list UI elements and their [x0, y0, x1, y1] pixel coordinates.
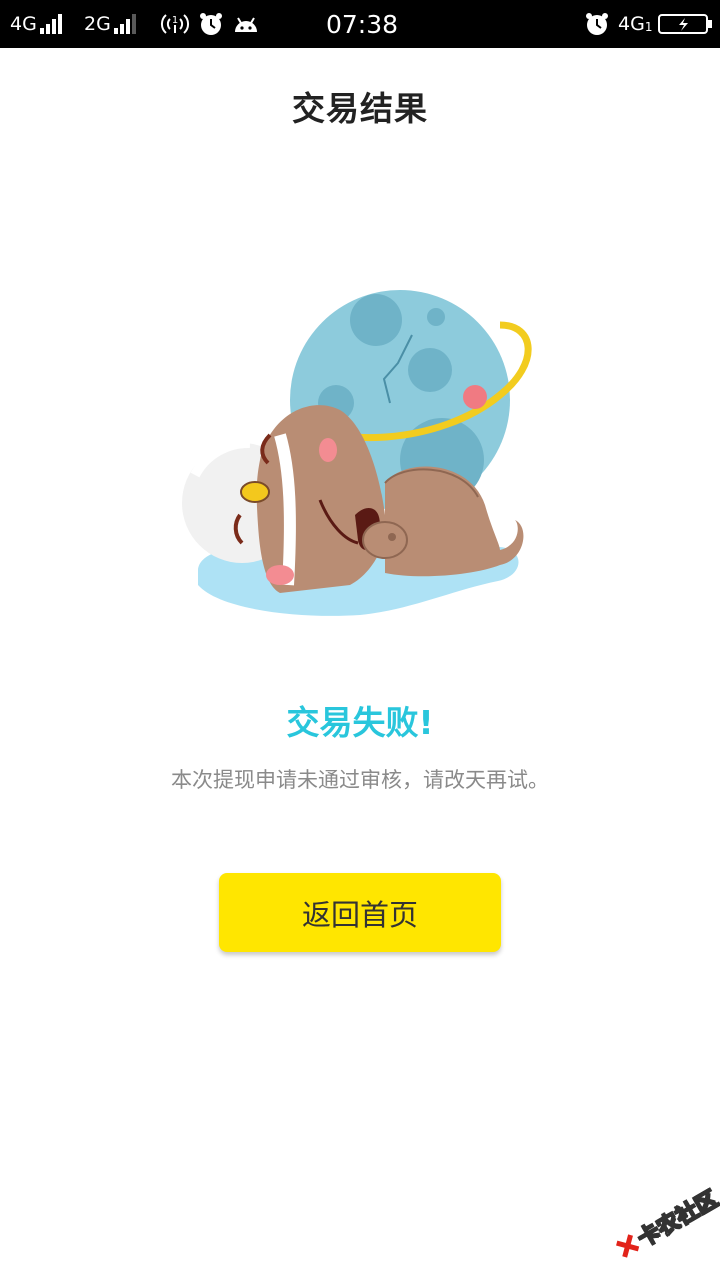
- sim2-signal: 2G: [84, 0, 136, 48]
- result-title: 交易失败!: [286, 703, 434, 742]
- time-display: 07:38: [326, 9, 399, 39]
- sim1-network-label: 4G: [10, 13, 37, 35]
- hotspot-label: 1: [172, 15, 178, 26]
- alarm-clock-icon: [584, 0, 610, 48]
- failure-illustration: [180, 285, 540, 625]
- battery-charging-icon: [658, 0, 714, 48]
- mobile-data-label: 4G: [618, 13, 645, 35]
- alarm-clock-icon: [198, 0, 224, 48]
- android-icon: [232, 0, 260, 48]
- clock: 07:38: [326, 0, 398, 48]
- sim1-signal: 4G: [10, 0, 62, 48]
- page-title: 交易结果: [292, 89, 428, 128]
- signal-bars-icon: [39, 14, 62, 34]
- status-bar: 4G 2G 1 07:38 4G 1: [0, 0, 720, 48]
- watermark-text: 卡农社区: [633, 1186, 720, 1253]
- signal-bars-icon: [113, 14, 136, 34]
- result-message: 本次提现申请未通过审核，请改天再试。: [171, 768, 549, 792]
- mobile-data-indicator: 4G 1: [618, 0, 652, 48]
- sad-mole-astronaut-image: [182, 290, 532, 616]
- watermark: 卡农社区: [601, 1169, 720, 1281]
- sim2-network-label: 2G: [84, 13, 111, 35]
- hotspot-icon: 1: [160, 0, 190, 48]
- mobile-data-sub-label: 1: [644, 20, 653, 34]
- return-home-button[interactable]: 返回首页: [219, 873, 501, 952]
